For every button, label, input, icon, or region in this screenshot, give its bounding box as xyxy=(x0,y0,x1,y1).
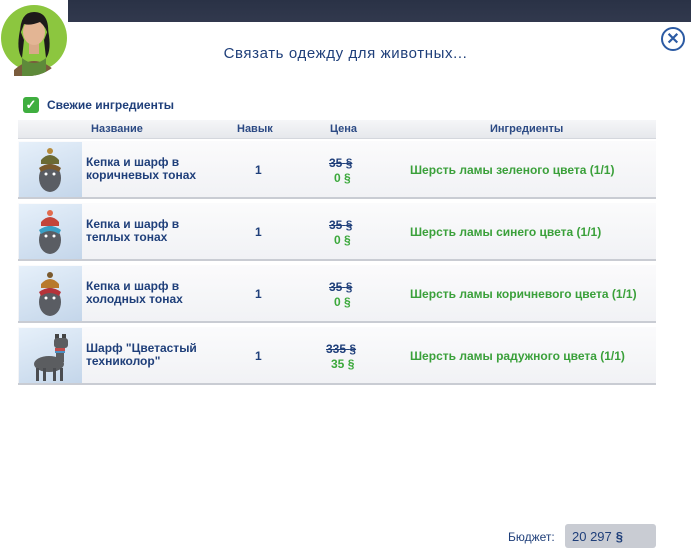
recipe-skill: 1 xyxy=(255,163,262,177)
column-header-name[interactable]: Название xyxy=(91,123,143,135)
budget-label: Бюджет: xyxy=(508,530,555,544)
column-header-skill[interactable]: Навык xyxy=(237,123,273,135)
recipe-skill: 1 xyxy=(255,349,262,363)
close-icon: ✕ xyxy=(666,31,680,48)
recipe-row[interactable]: Кепка и шарф в теплых тонах 1 35 § 0 § Ш… xyxy=(18,203,656,261)
recipe-ingredient: Шерсть ламы синего цвета (1/1) xyxy=(410,225,602,239)
recipe-new-price: 35 § xyxy=(331,357,355,371)
recipe-ingredient: Шерсть ламы коричневого цвета (1/1) xyxy=(410,287,637,301)
llama-scarf-icon xyxy=(19,328,82,383)
budget-amount: 20 297 xyxy=(572,528,612,544)
filter-label: Свежие ингредиенты xyxy=(47,98,174,112)
pet-cap-scarf-brown-icon xyxy=(19,142,82,197)
recipe-old-price: 35 § xyxy=(329,280,353,294)
recipe-name: Кепка и шарф в теплых тонах xyxy=(86,217,180,244)
recipe-name: Шарф "Цветастый техниколор" xyxy=(86,341,197,368)
recipe-row[interactable]: Кепка и шарф в холодных тонах 1 35 § 0 §… xyxy=(18,265,656,323)
recipe-new-price: 0 § xyxy=(334,295,351,309)
pet-cap-scarf-warm-icon xyxy=(19,204,82,259)
budget-value: 20 297 § xyxy=(565,524,656,548)
recipe-ingredient: Шерсть ламы радужного цвета (1/1) xyxy=(410,349,625,363)
recipe-row[interactable]: Шарф "Цветастый техниколор" 1 335 § 35 §… xyxy=(18,327,656,385)
simoleon-icon: § xyxy=(615,528,623,544)
recipe-row[interactable]: Кепка и шарф в коричневых тонах 1 35 § 0… xyxy=(18,141,656,199)
recipe-new-price: 0 § xyxy=(334,233,351,247)
recipe-skill: 1 xyxy=(255,287,262,301)
recipe-old-price: 35 § xyxy=(329,156,353,170)
recipe-old-price: 35 § xyxy=(329,218,353,232)
recipe-ingredient: Шерсть ламы зеленого цвета (1/1) xyxy=(410,163,615,177)
recipe-name: Кепка и шарф в коричневых тонах xyxy=(86,155,197,182)
recipe-skill: 1 xyxy=(255,225,262,239)
table-header: Название Навык Цена Ингредиенты xyxy=(18,120,656,139)
recipe-old-price: 335 § xyxy=(326,342,357,356)
pet-cap-scarf-cold-icon xyxy=(19,266,82,321)
recipe-name: Кепка и шарф в холодных тонах xyxy=(86,279,183,306)
recipe-new-price: 0 § xyxy=(334,171,351,185)
close-button[interactable]: ✕ xyxy=(661,27,685,51)
column-header-price[interactable]: Цена xyxy=(330,123,357,135)
column-header-ingredients: Ингредиенты xyxy=(490,123,564,135)
checkbox-checked-icon[interactable]: ✓ xyxy=(23,97,39,113)
fresh-ingredients-filter[interactable]: ✓ Свежие ингредиенты xyxy=(23,97,174,113)
dialog-title: Связать одежду для животных... xyxy=(223,45,468,62)
